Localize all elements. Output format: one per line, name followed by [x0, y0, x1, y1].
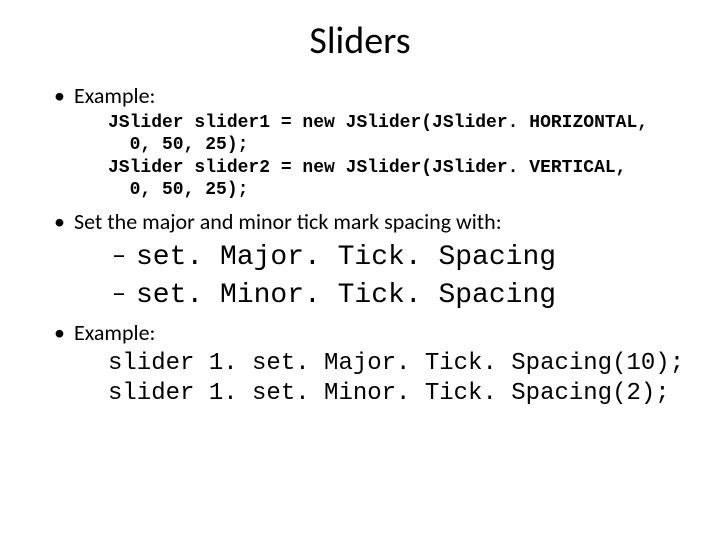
bullet-text: Set the major and minor tick mark spacin… — [74, 208, 502, 235]
bullet-tick-spacing: Set the major and minor tick mark spacin… — [48, 208, 682, 314]
bullet-list: Example: JSlider slider1 = new JSlider(J… — [48, 82, 682, 409]
bullet-text: Example: — [74, 319, 155, 346]
slide-body: Example: JSlider slider1 = new JSlider(J… — [0, 82, 720, 409]
code-block-2: slider 1. set. Major. Tick. Spacing(10);… — [108, 349, 682, 409]
sub-bullet-major: set. Major. Tick. Spacing — [108, 237, 682, 275]
bullet-example-2: Example: slider 1. set. Major. Tick. Spa… — [48, 319, 682, 409]
code-block-1: JSlider slider1 = new JSlider(JSlider. H… — [108, 112, 682, 202]
slide: Sliders Example: JSlider slider1 = new J… — [0, 18, 720, 540]
slide-title: Sliders — [0, 18, 720, 64]
bullet-example-1: Example: JSlider slider1 = new JSlider(J… — [48, 82, 682, 202]
sub-bullet-minor: set. Minor. Tick. Spacing — [108, 275, 682, 313]
sub-bullet-text: set. Major. Tick. Spacing — [136, 242, 556, 273]
bullet-text: Example: — [74, 82, 155, 109]
sub-bullet-text: set. Minor. Tick. Spacing — [136, 280, 556, 311]
sub-bullet-list: set. Major. Tick. Spacing set. Minor. Ti… — [108, 237, 682, 313]
